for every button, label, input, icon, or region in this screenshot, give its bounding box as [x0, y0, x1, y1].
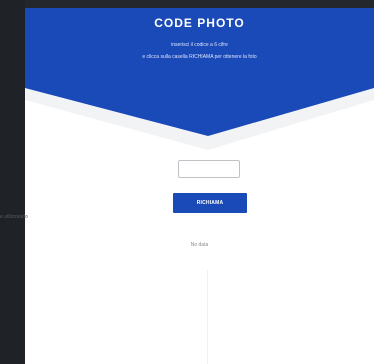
desktop-background: e utilizzando CODE PHOTO inserisci il co…: [0, 0, 374, 364]
side-caption-text: e utilizzando: [0, 214, 28, 220]
richiama-button[interactable]: RICHIAMA: [173, 193, 247, 213]
hero-banner: CODE PHOTO inserisci il codice a 6 cifre…: [25, 8, 374, 158]
code-photo-page: CODE PHOTO inserisci il codice a 6 cifre…: [25, 8, 374, 364]
instruction-text-2: e clicca sulla casella RICHIAMA per otte…: [142, 54, 257, 60]
status-text: No data: [190, 242, 209, 248]
page-title: CODE PHOTO: [154, 16, 245, 30]
left-panel: [0, 0, 25, 364]
instruction-text-1: inserisci il codice a 6 cifre: [171, 42, 228, 48]
divider-line: [207, 270, 208, 364]
code-input[interactable]: [178, 160, 240, 178]
hero-shape: [25, 8, 374, 150]
